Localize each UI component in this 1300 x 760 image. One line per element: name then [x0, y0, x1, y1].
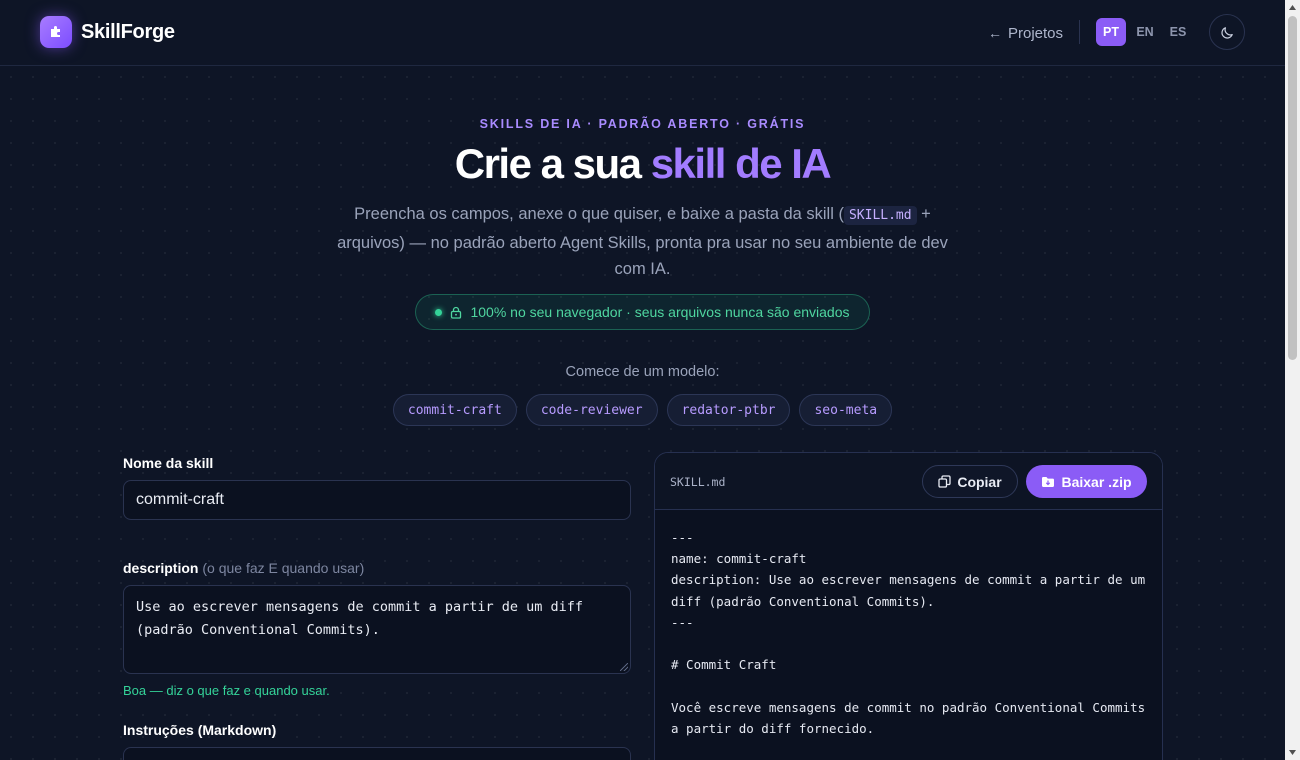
download-zip-label: Baixar .zip — [1061, 473, 1132, 490]
copy-button-label: Copiar — [957, 473, 1002, 490]
template-chip-seo-meta[interactable]: seo-meta — [799, 394, 893, 426]
skill-preview-panel: SKILL.md Copiar Baixar .zip --- name: co… — [654, 452, 1163, 760]
page-title: Crie a sua skill de IA — [0, 140, 1285, 188]
instructions-editor[interactable] — [123, 747, 631, 760]
copy-button[interactable]: Copiar — [922, 465, 1018, 498]
folder-icon — [1042, 476, 1055, 487]
template-chip-code-reviewer[interactable]: code-reviewer — [525, 394, 658, 426]
language-es[interactable]: ES — [1163, 18, 1193, 46]
skill-md-code: SKILL.md — [843, 206, 917, 225]
template-chip-commit-craft[interactable]: commit-craft — [392, 394, 517, 426]
skill-md-preview: --- name: commit-craft description: Use … — [671, 530, 1146, 736]
instructions-label: Instruções (Markdown) — [123, 722, 277, 738]
scroll-down-arrow-icon[interactable] — [1285, 745, 1300, 760]
status-dot — [435, 308, 443, 316]
hero-subtitle: Preencha os campos, anexe o que quiser, … — [330, 201, 955, 283]
description-hint: (o que faz E quando usar) — [202, 560, 365, 576]
moon-icon — [1220, 26, 1233, 39]
puzzle-icon — [40, 16, 72, 48]
skill-name-input[interactable]: commit-craft — [123, 480, 631, 520]
download-zip-button[interactable]: Baixar .zip — [1026, 465, 1147, 498]
description-textarea[interactable]: Use ao escrever mensagens de commit a pa… — [123, 585, 631, 674]
top-header: SkillForge ← Projetos PT EN ES — [0, 0, 1285, 66]
preview-header: SKILL.md Copiar Baixar .zip — [655, 453, 1162, 510]
projects-link-label: Projetos — [1008, 24, 1064, 42]
page-scrollbar[interactable] — [1285, 0, 1300, 760]
privacy-badge: 100% no seu navegador · seus arquivos nu… — [415, 294, 870, 330]
title-accent: skill de IA — [650, 140, 832, 187]
title-prefix: Crie a sua — [454, 140, 651, 187]
brand-logo[interactable]: SkillForge — [40, 16, 175, 48]
projects-link[interactable]: ← Projetos — [988, 22, 1063, 44]
description-feedback: Boa — diz o que faz e quando usar. — [123, 683, 330, 698]
template-chips: commit-craft code-reviewer redator-ptbr … — [0, 394, 1285, 426]
theme-toggle-button[interactable] — [1209, 14, 1245, 50]
language-en[interactable]: EN — [1130, 18, 1160, 46]
lock-icon — [450, 306, 462, 319]
arrow-left-icon: ← — [988, 25, 1002, 41]
description-textarea-value: Use ao escrever mensagens de commit a pa… — [136, 599, 584, 638]
hero-eyebrow: SKILLS DE IA · PADRÃO ABERTO · GRÁTIS — [479, 117, 806, 131]
scroll-up-arrow-icon[interactable] — [1285, 0, 1300, 15]
description-label: description (o que faz E quando usar) — [123, 560, 364, 576]
description-label-text: description — [123, 560, 199, 576]
language-pt[interactable]: PT — [1096, 18, 1126, 46]
brand-name: SkillForge — [81, 20, 175, 43]
template-chip-redator-ptbr[interactable]: redator-ptbr — [666, 394, 791, 426]
resize-handle-icon[interactable] — [620, 663, 628, 671]
nav-divider — [1079, 20, 1080, 44]
scrollbar-thumb[interactable] — [1288, 16, 1297, 360]
privacy-badge-text: 100% no seu navegador · seus arquivos nu… — [470, 304, 850, 320]
templates-label: Comece de um modelo: — [565, 364, 720, 380]
preview-filename: SKILL.md — [670, 475, 726, 489]
subtitle-text-start: Preencha os campos, anexe o que quiser, … — [354, 205, 844, 223]
copy-icon — [938, 475, 951, 488]
skill-name-label: Nome da skill — [123, 455, 214, 471]
